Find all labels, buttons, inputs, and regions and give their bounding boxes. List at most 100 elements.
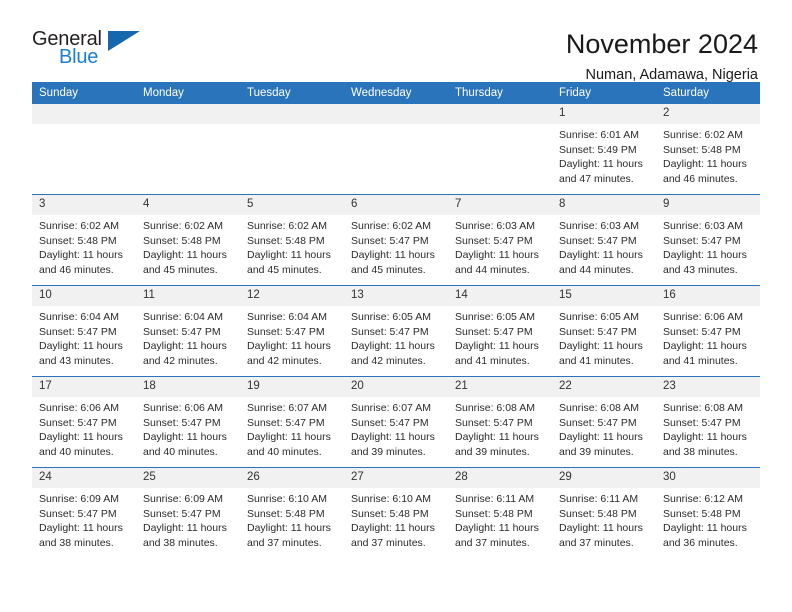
calendar-day-cell[interactable]: 25 Sunrise: 6:09 AM Sunset: 5:47 PM Dayligh…: [136, 467, 240, 558]
calendar-day-cell[interactable]: 17 Sunrise: 6:06 AM Sunset: 5:47 PM Dayligh…: [32, 376, 136, 468]
day-number: 13: [344, 286, 448, 306]
sunset-text: Sunset: 5:48 PM: [663, 143, 741, 156]
weekday-header-tuesday: Tuesday: [240, 82, 344, 104]
daylight-text-line1: Daylight: 11 hours: [663, 431, 747, 443]
day-number: 8: [552, 195, 656, 215]
weekday-header-monday: Monday: [136, 82, 240, 104]
calendar-day-cell[interactable]: 22 Sunrise: 6:08 AM Sunset: 5:47 PM Dayligh…: [552, 376, 656, 468]
sunrise-text: Sunrise: 6:02 AM: [39, 220, 119, 232]
daylight-text-line1: Daylight: 11 hours: [663, 158, 747, 170]
day-details: Sunrise: 6:06 AM Sunset: 5:47 PM Daylight:…: [656, 306, 760, 368]
calendar-day-cell[interactable]: 10 Sunrise: 6:04 AM Sunset: 5:47 PM Dayligh…: [32, 285, 136, 377]
blue-triangle-icon: [108, 31, 140, 51]
calendar-day-cell[interactable]: 13 Sunrise: 6:05 AM Sunset: 5:47 PM Dayligh…: [344, 285, 448, 377]
day-details: Sunrise: 6:02 AM Sunset: 5:48 PM Daylight:…: [656, 124, 760, 186]
sunset-text: Sunset: 5:47 PM: [663, 416, 741, 429]
calendar-day-cell[interactable]: 6 Sunrise: 6:02 AM Sunset: 5:47 PM Daylight…: [344, 194, 448, 286]
sunset-text: Sunset: 5:47 PM: [39, 325, 117, 338]
sunset-text: Sunset: 5:47 PM: [559, 325, 637, 338]
day-details: Sunrise: 6:03 AM Sunset: 5:47 PM Daylight:…: [448, 215, 552, 277]
daylight-text-line1: Daylight: 11 hours: [455, 522, 539, 534]
calendar-day-cell[interactable]: 30 Sunrise: 6:12 AM Sunset: 5:48 PM Dayligh…: [656, 467, 760, 558]
daylight-text-line2: and 42 minutes.: [143, 354, 218, 367]
calendar-week-row: 3 Sunrise: 6:02 AM Sunset: 5:48 PM Daylight…: [32, 194, 760, 286]
daylight-text-line1: Daylight: 11 hours: [39, 249, 123, 261]
sunset-text: Sunset: 5:47 PM: [455, 234, 533, 247]
sunset-text: Sunset: 5:47 PM: [247, 416, 325, 429]
calendar-body: 1 Sunrise: 6:01 AM Sunset: 5:49 PM Daylight…: [32, 104, 760, 558]
day-details: Sunrise: 6:02 AM Sunset: 5:48 PM Daylight:…: [32, 215, 136, 277]
day-details: Sunrise: 6:10 AM Sunset: 5:48 PM Daylight:…: [240, 488, 344, 550]
daylight-text-line1: Daylight: 11 hours: [351, 431, 435, 443]
day-details: Sunrise: 6:05 AM Sunset: 5:47 PM Daylight:…: [448, 306, 552, 368]
calendar-day-cell[interactable]: 15 Sunrise: 6:05 AM Sunset: 5:47 PM Dayligh…: [552, 285, 656, 377]
day-details: Sunrise: 6:08 AM Sunset: 5:47 PM Daylight:…: [448, 397, 552, 459]
calendar-day-cell[interactable]: 28 Sunrise: 6:11 AM Sunset: 5:48 PM Dayligh…: [448, 467, 552, 558]
daylight-text-line2: and 42 minutes.: [247, 354, 322, 367]
daylight-text-line1: Daylight: 11 hours: [143, 522, 227, 534]
day-number: 1: [552, 104, 656, 124]
calendar-day-cell[interactable]: 7 Sunrise: 6:03 AM Sunset: 5:47 PM Daylight…: [448, 194, 552, 286]
daylight-text-line2: and 47 minutes.: [559, 172, 634, 185]
calendar-day-cell[interactable]: 26 Sunrise: 6:10 AM Sunset: 5:48 PM Dayligh…: [240, 467, 344, 558]
calendar-week-row: 1 Sunrise: 6:01 AM Sunset: 5:49 PM Daylight…: [32, 104, 760, 195]
calendar-day-cell[interactable]: 12 Sunrise: 6:04 AM Sunset: 5:47 PM Dayligh…: [240, 285, 344, 377]
title-block: November 2024 Numan, Adamawa, Nigeria: [566, 28, 760, 85]
sunset-text: Sunset: 5:48 PM: [455, 507, 533, 520]
day-number: 14: [448, 286, 552, 306]
calendar-day-cell[interactable]: 4 Sunrise: 6:02 AM Sunset: 5:48 PM Daylight…: [136, 194, 240, 286]
day-number: 30: [656, 468, 760, 488]
calendar-day-cell[interactable]: 24 Sunrise: 6:09 AM Sunset: 5:47 PM Dayligh…: [32, 467, 136, 558]
day-number: 3: [32, 195, 136, 215]
sunrise-text: Sunrise: 6:02 AM: [247, 220, 327, 232]
calendar-day-cell[interactable]: 21 Sunrise: 6:08 AM Sunset: 5:47 PM Dayligh…: [448, 376, 552, 468]
daylight-text-line1: Daylight: 11 hours: [143, 249, 227, 261]
calendar-day-cell[interactable]: 9 Sunrise: 6:03 AM Sunset: 5:47 PM Daylight…: [656, 194, 760, 286]
daylight-text-line1: Daylight: 11 hours: [663, 522, 747, 534]
day-details: Sunrise: 6:03 AM Sunset: 5:47 PM Daylight:…: [552, 215, 656, 277]
calendar-day-cell-empty: [344, 104, 448, 195]
daylight-text-line1: Daylight: 11 hours: [143, 431, 227, 443]
sunset-text: Sunset: 5:47 PM: [455, 416, 533, 429]
day-details: Sunrise: 6:08 AM Sunset: 5:47 PM Daylight:…: [656, 397, 760, 459]
calendar-day-cell[interactable]: 19 Sunrise: 6:07 AM Sunset: 5:47 PM Dayligh…: [240, 376, 344, 468]
page-subtitle: Numan, Adamawa, Nigeria: [585, 67, 758, 83]
daylight-text-line1: Daylight: 11 hours: [351, 340, 435, 352]
calendar-day-cell[interactable]: 2 Sunrise: 6:02 AM Sunset: 5:48 PM Daylight…: [656, 104, 760, 195]
daylight-text-line2: and 39 minutes.: [559, 445, 634, 458]
sunrise-text: Sunrise: 6:11 AM: [559, 493, 639, 505]
day-number: 12: [240, 286, 344, 306]
daylight-text-line2: and 45 minutes.: [143, 263, 218, 276]
calendar-day-cell[interactable]: 3 Sunrise: 6:02 AM Sunset: 5:48 PM Daylight…: [32, 194, 136, 286]
day-number: [448, 104, 552, 124]
calendar-day-cell[interactable]: 29 Sunrise: 6:11 AM Sunset: 5:48 PM Dayligh…: [552, 467, 656, 558]
daylight-text-line1: Daylight: 11 hours: [351, 249, 435, 261]
sunset-text: Sunset: 5:48 PM: [351, 507, 429, 520]
calendar-day-cell[interactable]: 14 Sunrise: 6:05 AM Sunset: 5:47 PM Dayligh…: [448, 285, 552, 377]
daylight-text-line2: and 46 minutes.: [39, 263, 114, 276]
sunrise-text: Sunrise: 6:12 AM: [663, 493, 743, 505]
calendar-day-cell[interactable]: 16 Sunrise: 6:06 AM Sunset: 5:47 PM Dayligh…: [656, 285, 760, 377]
daylight-text-line2: and 40 minutes.: [39, 445, 114, 458]
calendar-day-cell[interactable]: 20 Sunrise: 6:07 AM Sunset: 5:47 PM Dayligh…: [344, 376, 448, 468]
daylight-text-line1: Daylight: 11 hours: [455, 431, 539, 443]
sunrise-text: Sunrise: 6:06 AM: [39, 402, 119, 414]
sunrise-text: Sunrise: 6:04 AM: [39, 311, 119, 323]
sunset-text: Sunset: 5:48 PM: [39, 234, 117, 247]
day-details: Sunrise: 6:01 AM Sunset: 5:49 PM Daylight:…: [552, 124, 656, 186]
calendar-day-cell[interactable]: 23 Sunrise: 6:08 AM Sunset: 5:47 PM Dayligh…: [656, 376, 760, 468]
day-number: 10: [32, 286, 136, 306]
calendar-day-cell[interactable]: 27 Sunrise: 6:10 AM Sunset: 5:48 PM Dayligh…: [344, 467, 448, 558]
calendar-day-cell[interactable]: 5 Sunrise: 6:02 AM Sunset: 5:48 PM Daylight…: [240, 194, 344, 286]
calendar-day-cell[interactable]: 8 Sunrise: 6:03 AM Sunset: 5:47 PM Daylight…: [552, 194, 656, 286]
daylight-text-line2: and 37 minutes.: [247, 536, 322, 549]
day-number: [136, 104, 240, 124]
daylight-text-line1: Daylight: 11 hours: [559, 340, 643, 352]
calendar-day-cell[interactable]: 18 Sunrise: 6:06 AM Sunset: 5:47 PM Dayligh…: [136, 376, 240, 468]
daylight-text-line2: and 41 minutes.: [559, 354, 634, 367]
calendar-day-cell[interactable]: 11 Sunrise: 6:04 AM Sunset: 5:47 PM Dayligh…: [136, 285, 240, 377]
generalblue-logo[interactable]: General Blue: [32, 28, 152, 74]
day-details: Sunrise: 6:06 AM Sunset: 5:47 PM Daylight:…: [32, 397, 136, 459]
calendar-day-cell[interactable]: 1 Sunrise: 6:01 AM Sunset: 5:49 PM Daylight…: [552, 104, 656, 195]
sunrise-text: Sunrise: 6:03 AM: [559, 220, 639, 232]
